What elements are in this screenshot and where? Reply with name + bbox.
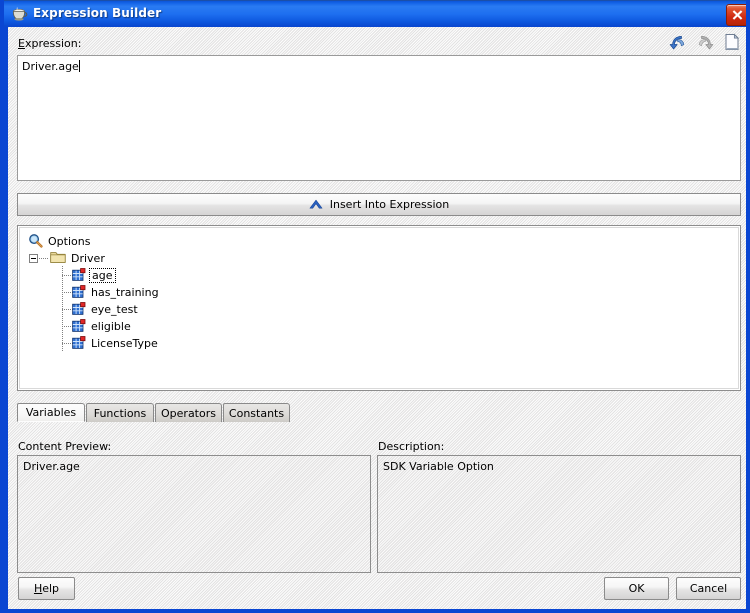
tree-node-driver-label: Driver <box>71 252 105 265</box>
tree-connector <box>39 258 48 259</box>
tree-item-eye-test-label: eye_test <box>91 303 138 316</box>
tree-node-options[interactable]: Options <box>28 233 90 250</box>
variable-grid-icon <box>72 267 86 284</box>
tree-expander-driver[interactable] <box>29 254 38 263</box>
expression-builder-window: Expression Builder Expression: Driver.ag… <box>0 0 750 613</box>
text-caret <box>78 60 80 72</box>
expression-value-row: Driver.age <box>22 60 80 73</box>
insert-into-expression-button[interactable]: Insert Into Expression <box>17 193 741 216</box>
magnifier-icon <box>28 233 43 251</box>
window-title: Expression Builder <box>33 6 162 20</box>
ok-button[interactable]: OK <box>604 577 669 600</box>
insert-into-expression-label: Insert Into Expression <box>329 198 450 211</box>
tree-item-licensetype[interactable]: LicenseType <box>72 335 158 352</box>
variable-grid-icon <box>72 301 86 318</box>
description-panel: SDK Variable Option <box>377 455 741 573</box>
tree-node-options-label: Options <box>48 235 91 248</box>
redo-icon <box>695 32 715 52</box>
description-label: Description: <box>378 440 445 453</box>
content-preview-label: Content Preview: <box>18 440 112 453</box>
close-icon[interactable] <box>726 4 746 26</box>
tree-item-eye-test[interactable]: eye_test <box>72 301 138 318</box>
tree-item-has-training-label: has_training <box>91 286 159 299</box>
variable-tree-panel: Options Driver age has_training eye_test… <box>17 225 741 391</box>
cancel-button[interactable]: Cancel <box>676 577 741 600</box>
chevron-up-icon <box>309 199 323 209</box>
tab-variables[interactable]: Variables <box>17 403 85 422</box>
tab-constants[interactable]: Constants <box>223 403 290 422</box>
tree-item-eligible-label: eligible <box>91 320 131 333</box>
ok-button-label: OK <box>628 582 645 595</box>
dialog-body: Expression: Driver.age Insert Into Expre… <box>8 27 746 609</box>
tree-item-licensetype-label: LicenseType <box>91 337 158 350</box>
variable-tree[interactable]: Options Driver age has_training eye_test… <box>19 227 739 389</box>
titlebar[interactable]: Expression Builder <box>4 0 746 28</box>
variable-grid-icon <box>72 318 86 335</box>
tab-constants-label: Constants <box>228 406 285 420</box>
expression-value: Driver.age <box>22 60 79 73</box>
tab-operators-label: Operators <box>161 406 216 420</box>
cancel-button-label: Cancel <box>689 582 728 595</box>
tree-item-age-label: age <box>89 268 116 283</box>
content-preview-value: Driver.age <box>23 460 80 473</box>
content-preview-panel: Driver.age <box>17 455 371 573</box>
description-value: SDK Variable Option <box>383 460 494 473</box>
tree-item-age[interactable]: age <box>72 267 116 284</box>
expression-label: Expression: <box>18 37 82 50</box>
tree-item-has-training[interactable]: has_training <box>72 284 159 301</box>
help-button[interactable]: Help <box>18 577 75 600</box>
new-document-icon[interactable] <box>722 32 742 52</box>
undo-icon[interactable] <box>668 32 688 52</box>
tab-functions-label: Functions <box>93 406 147 420</box>
tab-functions[interactable]: Functions <box>86 403 154 422</box>
coffee-cup-icon <box>11 6 29 24</box>
variable-grid-icon <box>72 335 86 352</box>
tab-operators[interactable]: Operators <box>155 403 222 422</box>
variable-grid-icon <box>72 284 86 301</box>
expression-input[interactable]: Driver.age <box>17 55 741 181</box>
tree-node-driver[interactable]: Driver <box>50 250 105 267</box>
tree-item-eligible[interactable]: eligible <box>72 318 131 335</box>
help-button-label: Help <box>33 582 60 595</box>
tab-variables-label: Variables <box>25 406 77 419</box>
folder-icon <box>50 250 66 267</box>
